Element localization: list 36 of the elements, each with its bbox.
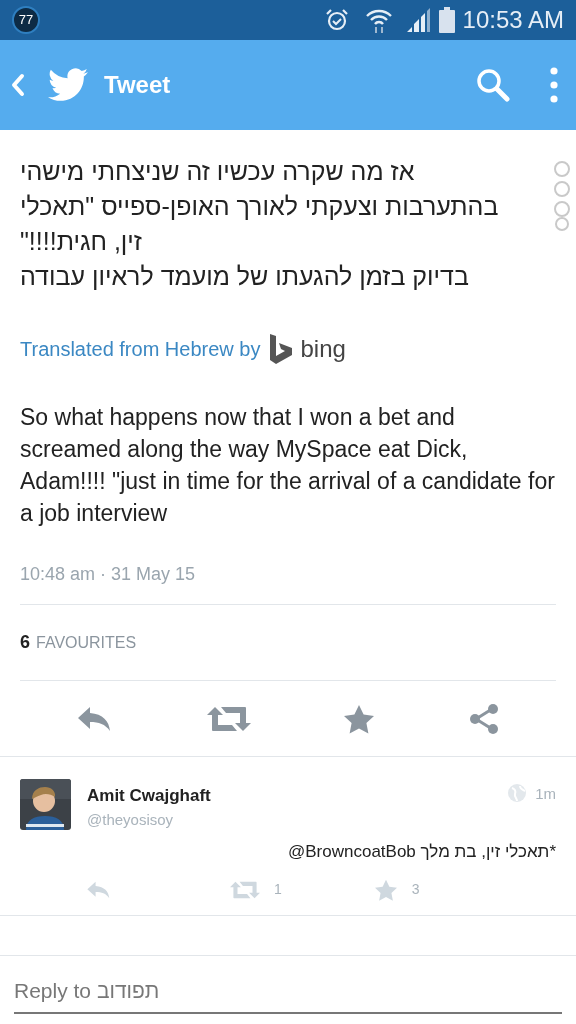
- search-icon[interactable]: [476, 68, 510, 102]
- tweet-text-line: בהתערבות וצעקתי לאורך האופן-ספייס "תאכלי: [20, 192, 499, 220]
- alarm-icon: [324, 8, 349, 32]
- bing-wordmark: bing: [300, 334, 346, 364]
- translation-link[interactable]: Translated from Hebrew by: [20, 334, 261, 364]
- share-icon[interactable]: [467, 702, 500, 735]
- scroll-dots-icon: [552, 160, 572, 232]
- translated-text: So what happens now that I won a bet and screamed along the way MySpace eat Dick, Adam!!!! "just in time for the arrival of a candidate for a job interview: [20, 403, 556, 528]
- retweet-count: 1: [274, 880, 282, 899]
- battery-icon: [438, 7, 455, 33]
- globe-icon: [507, 783, 528, 803]
- tweet-timestamp: 10:48 am · 31 May 15: [20, 564, 196, 584]
- clock-time: 10:53 AM: [462, 5, 564, 35]
- favourites-label: FAVOURITES: [36, 633, 137, 653]
- tweet-text-line: זין, חגית!!!!": [20, 227, 142, 255]
- tweet-text-line: בדיוק בזמן להגעתו של מועמד לראיון עבודה: [20, 262, 469, 290]
- reply-text: @BrowncoatBob תאכלי זין, בת מלך*: [288, 841, 556, 863]
- user-name[interactable]: Amit Cwajghaft: [87, 783, 211, 809]
- screen-title: Tweet: [104, 70, 171, 100]
- bird-logo-icon: [48, 68, 88, 102]
- retweet-icon[interactable]: [230, 879, 260, 900]
- wifi-icon: [364, 7, 393, 33]
- retweet-icon[interactable]: [206, 704, 251, 733]
- reply-icon[interactable]: [86, 879, 112, 900]
- user-handle: @theyosisoy: [87, 809, 175, 830]
- back-icon[interactable]: [10, 73, 26, 97]
- favourite-count: 3: [411, 880, 420, 899]
- tweet-text-line: אז מה שקרה עכשיו זה שניצחתי מישהי: [20, 157, 415, 185]
- favourites-count: 6: [20, 631, 30, 654]
- notification-badge: 77: [12, 6, 40, 34]
- favourite-star-icon[interactable]: [373, 878, 398, 901]
- overflow-menu-icon[interactable]: [550, 67, 558, 103]
- bing-logo-icon: [268, 333, 295, 365]
- favourite-star-icon[interactable]: [343, 703, 376, 734]
- reply-time: 1m: [535, 784, 556, 804]
- reply-input-field[interactable]: Reply to תפודוב: [14, 969, 562, 1014]
